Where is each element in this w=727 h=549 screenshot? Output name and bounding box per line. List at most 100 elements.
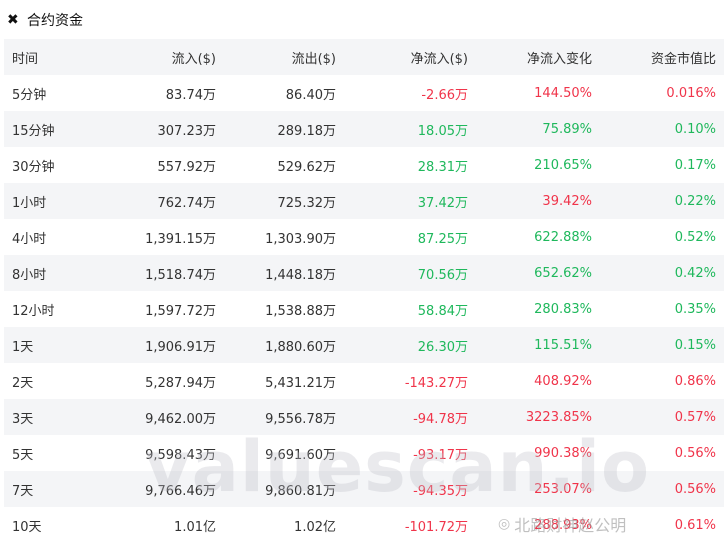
cell-market-cap-ratio: 0.56% bbox=[674, 445, 716, 461]
cell-net-inflow: -143.27万 bbox=[404, 375, 468, 391]
cell-inflow: 1,391.15万 bbox=[145, 231, 216, 247]
table-row: 5分钟 83.74万 86.40万 -2.66万 144.50% 0.016% bbox=[4, 75, 724, 111]
cell-inflow: 5,287.94万 bbox=[145, 375, 216, 391]
cell-outflow: 1.02亿 bbox=[294, 519, 336, 535]
cell-net-change: 115.51% bbox=[468, 327, 592, 363]
table-row: 2天 5,287.94万 5,431.21万 -143.27万 408.92% 0.86% bbox=[4, 363, 724, 399]
table-row: 5天 9,598.43万 9,691.60万 -93.17万 990.38% 0.56% bbox=[4, 435, 724, 471]
cell-inflow: 762.74万 bbox=[94, 183, 216, 219]
col-header-inflow: 流入($) bbox=[94, 39, 216, 75]
cell-market-cap-ratio: 0.57% bbox=[592, 399, 724, 435]
cell-inflow: 1,597.72万 bbox=[145, 303, 216, 319]
cell-net-change: 144.50% bbox=[534, 85, 592, 101]
cell-outflow: 9,860.81万 bbox=[216, 471, 336, 507]
table-row: 8小时 1,518.74万 1,448.18万 70.56万 652.62% 0.42% bbox=[4, 255, 724, 291]
cell-net-change: 408.92% bbox=[534, 373, 592, 389]
table-row: 30分钟 557.92万 529.62万 28.31万 210.65% 0.17% bbox=[4, 147, 724, 183]
cell-outflow: 529.62万 bbox=[277, 159, 337, 175]
table-row: 10天 1.01亿 1.02亿 -101.72万 288.93% 0.61% bbox=[4, 507, 724, 543]
cell-net-change: 253.07% bbox=[468, 471, 592, 507]
cell-net-change: 39.42% bbox=[468, 183, 592, 219]
cell-net-inflow: 26.30万 bbox=[336, 327, 468, 363]
cell-net-inflow: 87.25万 bbox=[417, 231, 468, 247]
col-header-net-change: 净流入变化 bbox=[468, 39, 592, 75]
cell-time: 8小时 bbox=[4, 255, 94, 291]
cell-net-change: 210.65% bbox=[534, 157, 592, 173]
cell-time: 5天 bbox=[12, 447, 34, 463]
cell-market-cap-ratio: 0.15% bbox=[592, 327, 724, 363]
cell-time: 12小时 bbox=[12, 303, 55, 319]
cell-net-inflow: -94.78万 bbox=[336, 399, 468, 435]
cell-inflow: 9,766.46万 bbox=[94, 471, 216, 507]
table-row: 4小时 1,391.15万 1,303.90万 87.25万 622.88% 0.52% bbox=[4, 219, 724, 255]
table-header-row: 时间 流入($) 流出($) 净流入($) 净流入变化 资金市值比 bbox=[4, 39, 724, 75]
col-header-time: 时间 bbox=[4, 39, 94, 75]
cell-outflow: 1,448.18万 bbox=[216, 255, 336, 291]
cell-net-change: 75.89% bbox=[468, 111, 592, 147]
fund-flow-table: 时间 流入($) 流出($) 净流入($) 净流入变化 资金市值比 5分钟 83.… bbox=[4, 39, 724, 543]
cell-market-cap-ratio: 0.61% bbox=[674, 517, 716, 533]
cell-market-cap-ratio: 0.52% bbox=[674, 229, 716, 245]
table-row: 12小时 1,597.72万 1,538.88万 58.84万 280.83% 0.35% bbox=[4, 291, 724, 327]
cell-outflow: 1,303.90万 bbox=[265, 231, 336, 247]
cell-outflow: 1,538.88万 bbox=[265, 303, 336, 319]
col-header-market-cap-ratio: 资金市值比 bbox=[592, 39, 724, 75]
cell-inflow: 83.74万 bbox=[165, 87, 216, 103]
cell-outflow: 9,556.78万 bbox=[216, 399, 336, 435]
table-row: 7天 9,766.46万 9,860.81万 -94.35万 253.07% 0.56% bbox=[4, 471, 724, 507]
cell-net-inflow: -94.35万 bbox=[336, 471, 468, 507]
cell-market-cap-ratio: 0.016% bbox=[666, 85, 716, 101]
cell-inflow: 1.01亿 bbox=[174, 519, 216, 535]
cell-outflow: 725.32万 bbox=[216, 183, 336, 219]
cell-time: 2天 bbox=[12, 375, 34, 391]
cell-net-change: 622.88% bbox=[534, 229, 592, 245]
section-title: 合约资金 bbox=[27, 13, 83, 29]
cell-inflow: 557.92万 bbox=[157, 159, 217, 175]
cell-time: 1小时 bbox=[4, 183, 94, 219]
cell-market-cap-ratio: 0.17% bbox=[674, 157, 716, 173]
cell-market-cap-ratio: 0.86% bbox=[674, 373, 716, 389]
cell-net-inflow: -101.72万 bbox=[404, 519, 468, 535]
table-row: 15分钟 307.23万 289.18万 18.05万 75.89% 0.10% bbox=[4, 111, 724, 147]
table-row: 1小时 762.74万 725.32万 37.42万 39.42% 0.22% bbox=[4, 183, 724, 219]
cell-time: 7天 bbox=[4, 471, 94, 507]
cell-time: 4小时 bbox=[12, 231, 47, 247]
cell-inflow: 1,906.91万 bbox=[94, 327, 216, 363]
cell-time: 3天 bbox=[4, 399, 94, 435]
cell-market-cap-ratio: 0.42% bbox=[592, 255, 724, 291]
section-header: ✖ 合约资金 bbox=[7, 10, 83, 30]
cell-net-inflow: 37.42万 bbox=[336, 183, 468, 219]
cell-net-inflow: -2.66万 bbox=[421, 87, 468, 103]
cell-market-cap-ratio: 0.35% bbox=[674, 301, 716, 317]
cell-time: 30分钟 bbox=[12, 159, 55, 175]
close-x-icon: ✖ bbox=[7, 12, 19, 28]
cell-net-inflow: 28.31万 bbox=[417, 159, 468, 175]
col-header-net-inflow: 净流入($) bbox=[336, 39, 468, 75]
cell-net-change: 3223.85% bbox=[468, 399, 592, 435]
cell-inflow: 1,518.74万 bbox=[94, 255, 216, 291]
cell-net-inflow: 58.84万 bbox=[417, 303, 468, 319]
cell-outflow: 5,431.21万 bbox=[265, 375, 336, 391]
cell-net-change: 990.38% bbox=[534, 445, 592, 461]
table-row: 1天 1,906.91万 1,880.60万 26.30万 115.51% 0.15% bbox=[4, 327, 724, 363]
cell-inflow: 307.23万 bbox=[94, 111, 216, 147]
cell-net-inflow: -93.17万 bbox=[413, 447, 468, 463]
cell-time: 5分钟 bbox=[12, 87, 47, 103]
cell-outflow: 1,880.60万 bbox=[216, 327, 336, 363]
cell-market-cap-ratio: 0.10% bbox=[592, 111, 724, 147]
cell-inflow: 9,598.43万 bbox=[145, 447, 216, 463]
cell-time: 10天 bbox=[12, 519, 42, 535]
cell-net-inflow: 18.05万 bbox=[336, 111, 468, 147]
cell-time: 1天 bbox=[4, 327, 94, 363]
cell-outflow: 289.18万 bbox=[216, 111, 336, 147]
cell-inflow: 9,462.00万 bbox=[94, 399, 216, 435]
cell-net-inflow: 70.56万 bbox=[336, 255, 468, 291]
cell-market-cap-ratio: 0.56% bbox=[592, 471, 724, 507]
cell-market-cap-ratio: 0.22% bbox=[592, 183, 724, 219]
cell-outflow: 9,691.60万 bbox=[265, 447, 336, 463]
cell-time: 15分钟 bbox=[4, 111, 94, 147]
cell-net-change: 280.83% bbox=[534, 301, 592, 317]
table-row: 3天 9,462.00万 9,556.78万 -94.78万 3223.85% 0.57% bbox=[4, 399, 724, 435]
cell-net-change: 652.62% bbox=[468, 255, 592, 291]
cell-outflow: 86.40万 bbox=[285, 87, 336, 103]
